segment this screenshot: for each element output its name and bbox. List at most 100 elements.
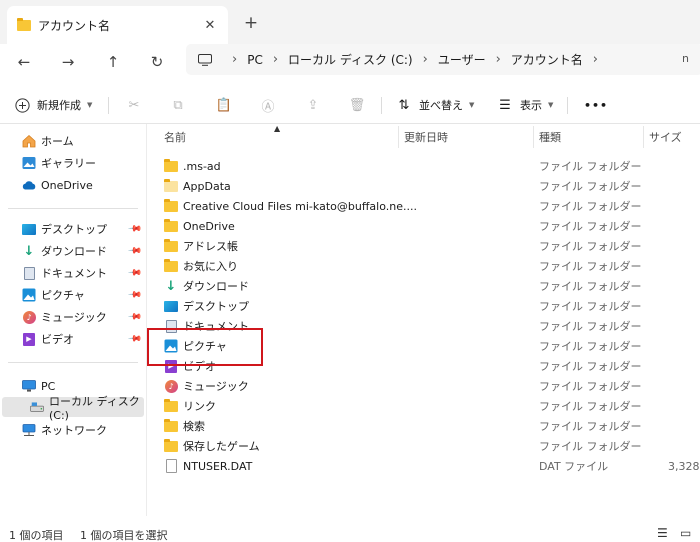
sort-button[interactable]: ⇅ 並べ替え ▼ bbox=[396, 95, 475, 115]
drive-icon bbox=[30, 400, 44, 414]
view-button[interactable]: ☰ 表示 ▼ bbox=[497, 95, 553, 115]
folder-icon bbox=[164, 438, 178, 453]
pin-icon[interactable]: 📌 bbox=[127, 287, 142, 302]
navigation-bar: ← → ↑ ↻ › PC › ローカル ディスク (C:) › ユーザー › ア… bbox=[0, 44, 700, 80]
sort-icon: ⇅ bbox=[398, 97, 410, 113]
sidebar-item-label: ネットワーク bbox=[41, 424, 107, 437]
table-row[interactable]: 検索 ファイル フォルダー bbox=[148, 416, 700, 436]
sidebar-item-home[interactable]: ホーム bbox=[22, 131, 142, 151]
folder-light-icon bbox=[164, 178, 178, 193]
sidebar-item-videos[interactable]: ▶ ビデオ 📌 bbox=[22, 329, 146, 349]
chevron-down-icon: ▼ bbox=[469, 101, 475, 109]
chevron-down-icon: ▼ bbox=[87, 101, 93, 109]
home-icon bbox=[22, 134, 36, 148]
table-row[interactable]: OneDrive ファイル フォルダー bbox=[148, 216, 700, 236]
table-row[interactable]: デスクトップ ファイル フォルダー bbox=[148, 296, 700, 316]
desktop-icon bbox=[164, 299, 178, 313]
copy-icon[interactable]: ⧉ bbox=[168, 95, 188, 115]
tiles-view-icon[interactable]: ▭ bbox=[680, 526, 691, 540]
table-row[interactable]: 保存したゲーム ファイル フォルダー bbox=[148, 436, 700, 456]
file-name: 検索 bbox=[183, 420, 205, 433]
forward-button[interactable]: → bbox=[56, 50, 80, 74]
address-bar[interactable]: › PC › ローカル ディスク (C:) › ユーザー › アカウント名 › bbox=[186, 44, 700, 75]
sidebar-item-documents[interactable]: ドキュメント 📌 bbox=[22, 263, 146, 283]
column-header-name[interactable]: 名前 bbox=[164, 124, 186, 150]
sidebar-item-network[interactable]: ネットワーク bbox=[22, 420, 142, 440]
share-icon[interactable]: ⇪ bbox=[303, 95, 323, 115]
table-row[interactable]: お気に入り ファイル フォルダー bbox=[148, 256, 700, 276]
breadcrumb-local-disk[interactable]: ローカル ディスク (C:) bbox=[288, 51, 413, 68]
table-row[interactable]: ↓ ダウンロード ファイル フォルダー bbox=[148, 276, 700, 296]
table-row[interactable]: リンク ファイル フォルダー bbox=[148, 396, 700, 416]
tab-title: アカウント名 bbox=[38, 18, 111, 33]
column-header-type[interactable]: 種類 bbox=[539, 124, 561, 150]
file-name: ミュージック bbox=[183, 380, 249, 393]
tab-current[interactable]: アカウント名 ✕ bbox=[7, 6, 228, 44]
file-type: DAT ファイル bbox=[539, 460, 609, 473]
table-row[interactable]: アドレス帳 ファイル フォルダー bbox=[148, 236, 700, 256]
refresh-button[interactable]: ↻ bbox=[145, 50, 169, 74]
file-type: ファイル フォルダー bbox=[539, 240, 642, 253]
up-button[interactable]: ↑ bbox=[101, 50, 125, 74]
column-header-size[interactable]: サイズ bbox=[649, 124, 682, 150]
divider bbox=[108, 97, 109, 114]
item-count: 1 個の項目 bbox=[9, 529, 64, 542]
close-icon[interactable]: ✕ bbox=[200, 15, 220, 35]
column-divider[interactable] bbox=[643, 126, 644, 148]
table-row[interactable]: .ms-ad ファイル フォルダー bbox=[148, 156, 700, 176]
table-row[interactable]: NTUSER.DAT DAT ファイル 3,328 K bbox=[148, 456, 700, 476]
sort-label: 並べ替え bbox=[419, 99, 463, 112]
new-button[interactable]: 新規作成 ▼ bbox=[14, 95, 92, 115]
network-icon bbox=[22, 423, 36, 437]
column-divider[interactable] bbox=[533, 126, 534, 148]
back-button[interactable]: ← bbox=[12, 50, 36, 74]
cut-icon[interactable]: ✂ bbox=[124, 95, 144, 115]
pin-icon[interactable]: 📌 bbox=[127, 265, 142, 280]
folder-icon bbox=[164, 258, 178, 273]
breadcrumb-separator: › bbox=[495, 52, 501, 67]
sidebar-item-label: デスクトップ bbox=[41, 223, 107, 236]
new-tab-button[interactable]: + bbox=[240, 12, 262, 34]
music-icon: ♪ bbox=[22, 310, 36, 324]
sidebar-item-label: ミュージック bbox=[41, 311, 107, 324]
pin-icon[interactable]: 📌 bbox=[127, 309, 142, 324]
details-view-icon[interactable]: ☰ bbox=[657, 526, 668, 540]
paste-icon[interactable]: 📋 bbox=[214, 95, 234, 115]
sidebar-item-downloads[interactable]: ↓ ダウンロード 📌 bbox=[22, 241, 146, 261]
column-header-modified[interactable]: 更新日時 bbox=[404, 124, 448, 150]
sidebar-item-pictures[interactable]: ピクチャ 📌 bbox=[22, 285, 146, 305]
folder-icon bbox=[17, 17, 31, 31]
file-type: ファイル フォルダー bbox=[539, 220, 642, 233]
more-options-button[interactable]: ••• bbox=[584, 95, 608, 115]
delete-icon[interactable]: 🗑 bbox=[347, 95, 367, 115]
table-row[interactable]: AppData ファイル フォルダー bbox=[148, 176, 700, 196]
sidebar-item-music[interactable]: ♪ ミュージック 📌 bbox=[22, 307, 146, 327]
file-type: ファイル フォルダー bbox=[539, 260, 642, 273]
file-name: ダウンロード bbox=[183, 280, 249, 293]
pin-icon[interactable]: 📌 bbox=[127, 221, 142, 236]
sidebar-item-local-disk[interactable]: ローカル ディスク (C:) bbox=[2, 395, 144, 422]
rename-icon[interactable]: Ⓐ bbox=[258, 95, 278, 115]
breadcrumb-pc[interactable]: PC bbox=[247, 53, 263, 67]
divider bbox=[8, 208, 138, 209]
folder-icon bbox=[164, 238, 178, 253]
sidebar-item-label: ビデオ bbox=[41, 333, 74, 346]
file-size: 3,328 K bbox=[668, 459, 700, 473]
search-box[interactable]: n bbox=[682, 52, 700, 70]
file-name: 保存したゲーム bbox=[183, 440, 260, 453]
folder-icon bbox=[164, 218, 178, 233]
pin-icon[interactable]: 📌 bbox=[127, 243, 142, 258]
breadcrumb-account[interactable]: アカウント名 bbox=[511, 51, 583, 68]
table-row[interactable]: Creative Cloud Files mi-kato@buffalo.ne.… bbox=[148, 196, 700, 216]
sidebar-item-onedrive[interactable]: OneDrive bbox=[22, 175, 142, 195]
breadcrumb-users[interactable]: ユーザー bbox=[438, 51, 486, 68]
document-icon bbox=[22, 266, 36, 280]
sidebar-item-desktop[interactable]: デスクトップ 📌 bbox=[22, 219, 146, 239]
table-row[interactable]: ♪ ミュージック ファイル フォルダー bbox=[148, 376, 700, 396]
file-name: Creative Cloud Files mi-kato@buffalo.ne.… bbox=[183, 199, 417, 213]
file-type: ファイル フォルダー bbox=[539, 380, 642, 393]
sidebar-item-gallery[interactable]: ギャラリー bbox=[22, 153, 142, 173]
column-divider[interactable] bbox=[398, 126, 399, 148]
file-name: お気に入り bbox=[183, 260, 238, 273]
pin-icon[interactable]: 📌 bbox=[127, 331, 142, 346]
